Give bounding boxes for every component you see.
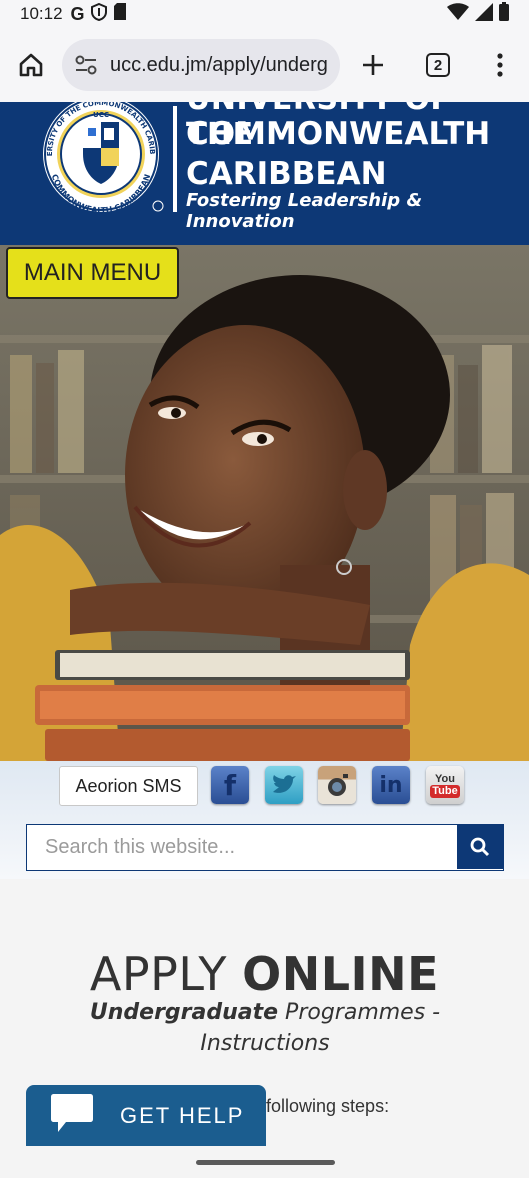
youtube-icon[interactable]: You Tube	[426, 766, 464, 804]
shield-icon	[90, 2, 107, 26]
new-tab-button[interactable]	[340, 28, 406, 102]
get-help-button[interactable]: GET HELP	[26, 1085, 266, 1146]
youtube-tube-text: Tube	[430, 784, 460, 798]
browser-toolbar: ucc.edu.jm/apply/underg 2	[0, 28, 529, 102]
site-header: UNIVERSITY OF THE COMMONWEALTH CARIBBEAN…	[0, 102, 529, 245]
search-icon	[470, 837, 490, 857]
more-vert-icon	[496, 53, 503, 77]
svg-text:UCC: UCC	[93, 111, 109, 119]
ucc-seal-logo[interactable]: UNIVERSITY OF THE COMMONWEALTH CARIBBEAN…	[36, 102, 166, 214]
youtube-you-text: You	[435, 772, 455, 785]
google-g-icon: G	[70, 3, 85, 24]
tab-switcher-button[interactable]: 2	[406, 28, 470, 102]
linkedin-glyph: in	[379, 772, 403, 798]
main-menu-button[interactable]: MAIN MENU	[6, 247, 179, 299]
gesture-nav-bar[interactable]	[196, 1160, 335, 1165]
get-help-label: GET HELP	[120, 1102, 245, 1128]
page-title: APPLY ONLINE	[0, 947, 529, 1001]
steps-intro-text: following steps:	[266, 1096, 390, 1116]
university-name-line-2: CARIBBEAN	[186, 156, 387, 192]
search-button[interactable]	[457, 825, 503, 869]
subtitle-rest: Programmes -	[278, 1000, 441, 1025]
chat-bubble-icon	[50, 1092, 94, 1140]
sd-card-icon	[113, 3, 127, 25]
page-subtitle: Undergraduate Programmes - Instructions	[60, 997, 470, 1059]
site-settings-icon[interactable]	[74, 54, 102, 76]
home-icon	[19, 53, 43, 77]
status-bar: 10:12 G	[0, 0, 529, 28]
tab-count: 2	[426, 53, 450, 77]
status-time: 10:12	[20, 4, 63, 23]
plus-icon	[363, 55, 383, 75]
overflow-menu-button[interactable]	[470, 28, 529, 102]
wifi-icon	[447, 2, 469, 26]
title-light: APPLY	[89, 947, 227, 1001]
hero-image: MAIN MENU	[0, 245, 529, 761]
address-bar[interactable]: ucc.edu.jm/apply/underg	[62, 39, 340, 91]
facebook-icon[interactable]: f	[211, 766, 249, 804]
header-divider	[173, 106, 177, 212]
hero-photo-student-with-books	[0, 245, 529, 761]
home-button[interactable]	[0, 28, 62, 102]
linkedin-icon[interactable]: in	[372, 766, 410, 804]
facebook-glyph: f	[223, 768, 237, 802]
url-text: ucc.edu.jm/apply/underg	[110, 53, 328, 76]
instagram-icon[interactable]	[318, 766, 356, 804]
twitter-icon[interactable]	[265, 766, 303, 804]
subtitle-bold: Undergraduate	[89, 1000, 279, 1025]
battery-icon	[499, 2, 509, 26]
signal-icon	[475, 2, 493, 26]
university-name-line-1: COMMONWEALTH	[186, 116, 491, 152]
social-and-search-bar: Aeorion SMS f in You Tube	[0, 761, 529, 879]
tagline: Fostering Leadership & Innovation	[186, 190, 423, 232]
site-search	[26, 824, 504, 871]
aeorion-sms-button[interactable]: Aeorion SMS	[59, 766, 198, 806]
search-input[interactable]	[27, 825, 457, 870]
title-bold: ONLINE	[242, 947, 440, 1001]
subtitle-line2: Instructions	[200, 1031, 330, 1056]
